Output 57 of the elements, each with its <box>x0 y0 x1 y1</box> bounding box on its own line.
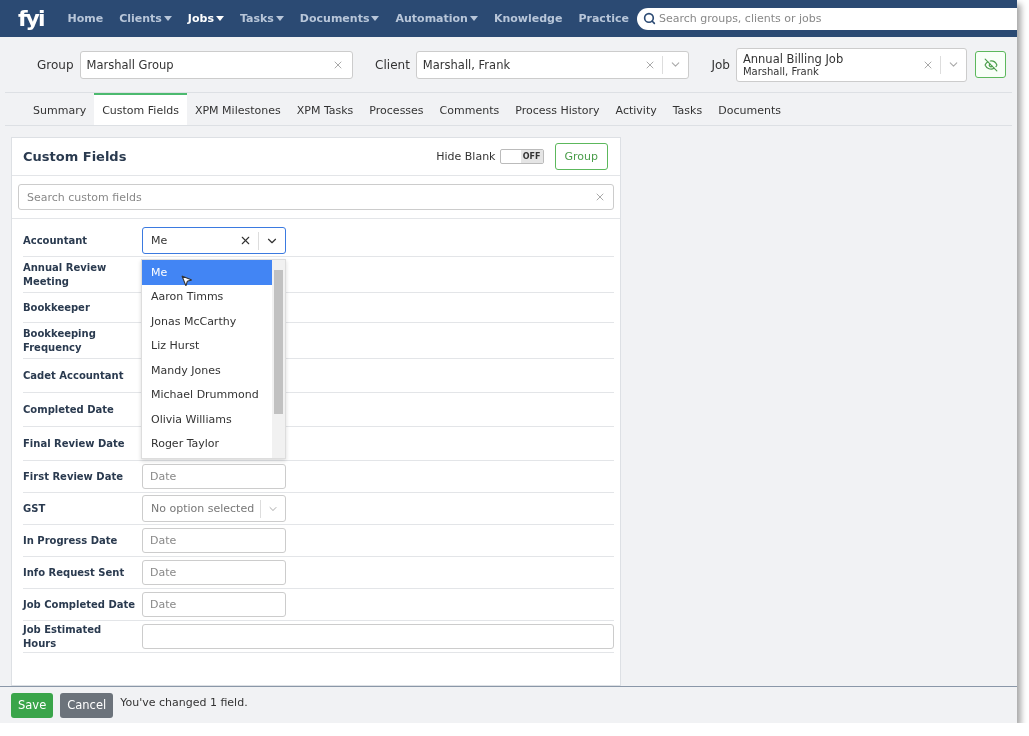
nav-item[interactable]: Tasks <box>231 12 292 25</box>
client-label: Client <box>375 57 410 72</box>
date-field[interactable]: Date <box>142 560 286 585</box>
text-field[interactable] <box>142 624 614 649</box>
tab[interactable]: XPM Tasks <box>288 93 362 125</box>
tab[interactable]: Comments <box>431 93 508 125</box>
cursor-icon <box>180 274 193 287</box>
field-label: Completed Date <box>23 402 115 417</box>
nav-item[interactable]: Clients <box>111 12 180 25</box>
tab[interactable]: Summary <box>25 93 95 125</box>
nav-item[interactable]: Home <box>59 12 112 25</box>
tab[interactable]: XPM Milestones <box>186 93 289 125</box>
search-field[interactable]: Search groups, clients or jobs <box>636 7 1017 30</box>
nav-item[interactable]: Documents <box>291 12 388 25</box>
nav-item[interactable]: Automation <box>387 12 486 25</box>
tab[interactable]: Custom Fields <box>94 93 187 125</box>
search-icon <box>642 11 656 25</box>
date-field[interactable]: Date <box>142 464 286 489</box>
clear-icon[interactable] <box>239 234 252 247</box>
field-label: Bookkeeping Frequency <box>23 326 97 355</box>
search-field[interactable]: Search custom fields <box>18 184 614 210</box>
group-label: Group <box>37 57 74 72</box>
field-label: Bookkeeper <box>23 300 91 315</box>
cancel-button[interactable]: Cancel <box>60 692 114 718</box>
tab[interactable]: Documents <box>710 93 789 125</box>
job-label: Job <box>711 57 730 72</box>
select-field[interactable]: No option selected <box>142 495 286 522</box>
field-label: Info Request Sent <box>23 565 126 580</box>
scrollbar[interactable] <box>272 260 285 458</box>
logo: fyi <box>18 7 44 30</box>
date-field[interactable]: Date <box>142 592 286 617</box>
group-select[interactable]: Marshall Group <box>79 50 354 79</box>
hide-button[interactable] <box>975 51 1006 78</box>
tab[interactable]: Processes <box>361 93 432 125</box>
tab[interactable]: Activity <box>607 93 665 125</box>
tab[interactable]: Process History <box>507 93 608 125</box>
eye-off-icon <box>983 57 998 72</box>
field-label: Job Estimated Hours <box>23 622 103 651</box>
field-label: In Progress Date <box>23 533 119 548</box>
field-label: Job Completed Date <box>23 597 137 612</box>
hide-blank-toggle[interactable]: OFF <box>499 149 544 164</box>
hide-blank-label: Hide Blank <box>436 150 496 163</box>
field-label: First Review Date <box>23 469 124 484</box>
date-field[interactable]: Date <box>142 528 286 553</box>
field-label: Final Review Date <box>23 436 126 451</box>
select-field[interactable]: Me <box>142 227 286 254</box>
nav-item[interactable]: Jobs <box>179 12 232 25</box>
panel-title: Custom Fields <box>23 149 128 164</box>
status-message: You've changed 1 field. <box>120 695 248 709</box>
dropdown-option[interactable]: Me <box>142 260 272 285</box>
field-label: Accountant <box>23 233 89 248</box>
field-label: Annual Review Meeting <box>23 260 108 289</box>
tab[interactable]: Tasks <box>664 93 711 125</box>
field-label: GST <box>23 501 47 516</box>
nav-item[interactable]: Practice <box>570 12 637 25</box>
nav-item[interactable]: Knowledge <box>485 12 571 25</box>
field-label: Cadet Accountant <box>23 368 125 383</box>
